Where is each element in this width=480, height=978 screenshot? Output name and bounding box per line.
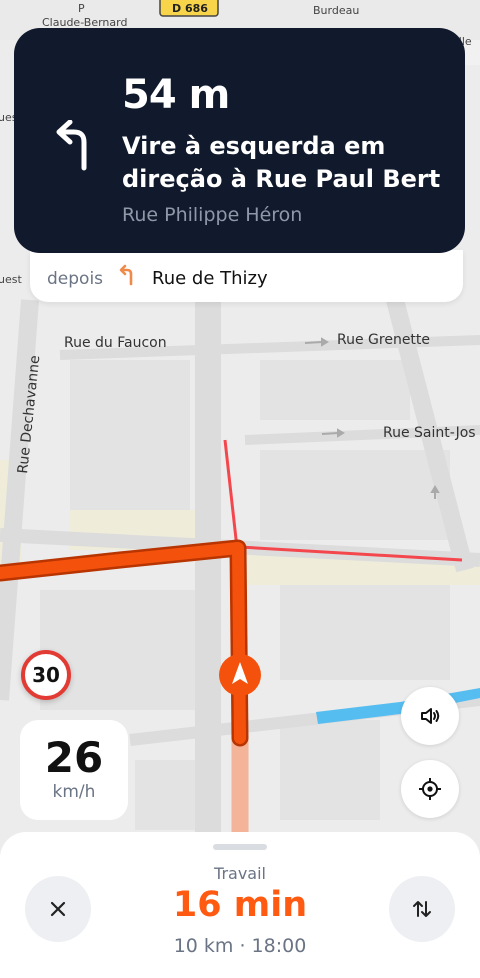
crosshair-icon <box>419 778 441 800</box>
turn-left-arrow-icon <box>56 120 87 171</box>
speed-limit-sign: 30 <box>21 650 71 700</box>
drag-handle[interactable] <box>213 844 267 850</box>
next-maneuver-card[interactable]: depois Rue de Thizy <box>30 250 463 302</box>
map-label-parking: P <box>78 2 85 15</box>
maneuver-instruction: Vire à esquerda em direção à Rue Paul Be… <box>122 132 441 193</box>
recenter-button[interactable] <box>401 760 459 818</box>
current-speed: 26 <box>44 733 104 782</box>
map-label-left-edge-2: uest <box>0 273 22 286</box>
trip-summary-sheet[interactable]: Travail 16 min 10 km · 18:00 <box>0 832 480 978</box>
vehicle-position-icon <box>219 654 261 696</box>
map-label-bureau: Burdeau <box>313 4 359 17</box>
speedometer: 26 km/h <box>20 720 128 820</box>
current-street: Rue Philippe Héron <box>122 204 303 226</box>
route-options-button[interactable] <box>389 876 455 942</box>
road-sign-d686: D 686 <box>159 0 219 17</box>
volume-button[interactable] <box>401 687 459 745</box>
svg-text:D 686: D 686 <box>172 2 208 15</box>
speed-unit: km/h <box>52 782 96 802</box>
turn-left-arrow-icon <box>119 264 133 286</box>
swap-vertical-icon <box>413 901 431 917</box>
maneuver-card[interactable]: 54 m Vire à esquerda em direção à Rue Pa… <box>14 28 465 253</box>
maneuver-distance: 54 m <box>122 72 230 118</box>
next-maneuver-street: Rue de Thizy <box>152 268 268 289</box>
speaker-icon <box>421 708 440 724</box>
street-label-grenette: Rue Grenette <box>337 332 430 348</box>
street-label-saint-jos: Rue Saint-Jos <box>383 425 476 441</box>
street-label-faucon: Rue du Faucon <box>64 335 167 351</box>
next-maneuver-label: depois <box>47 269 104 289</box>
